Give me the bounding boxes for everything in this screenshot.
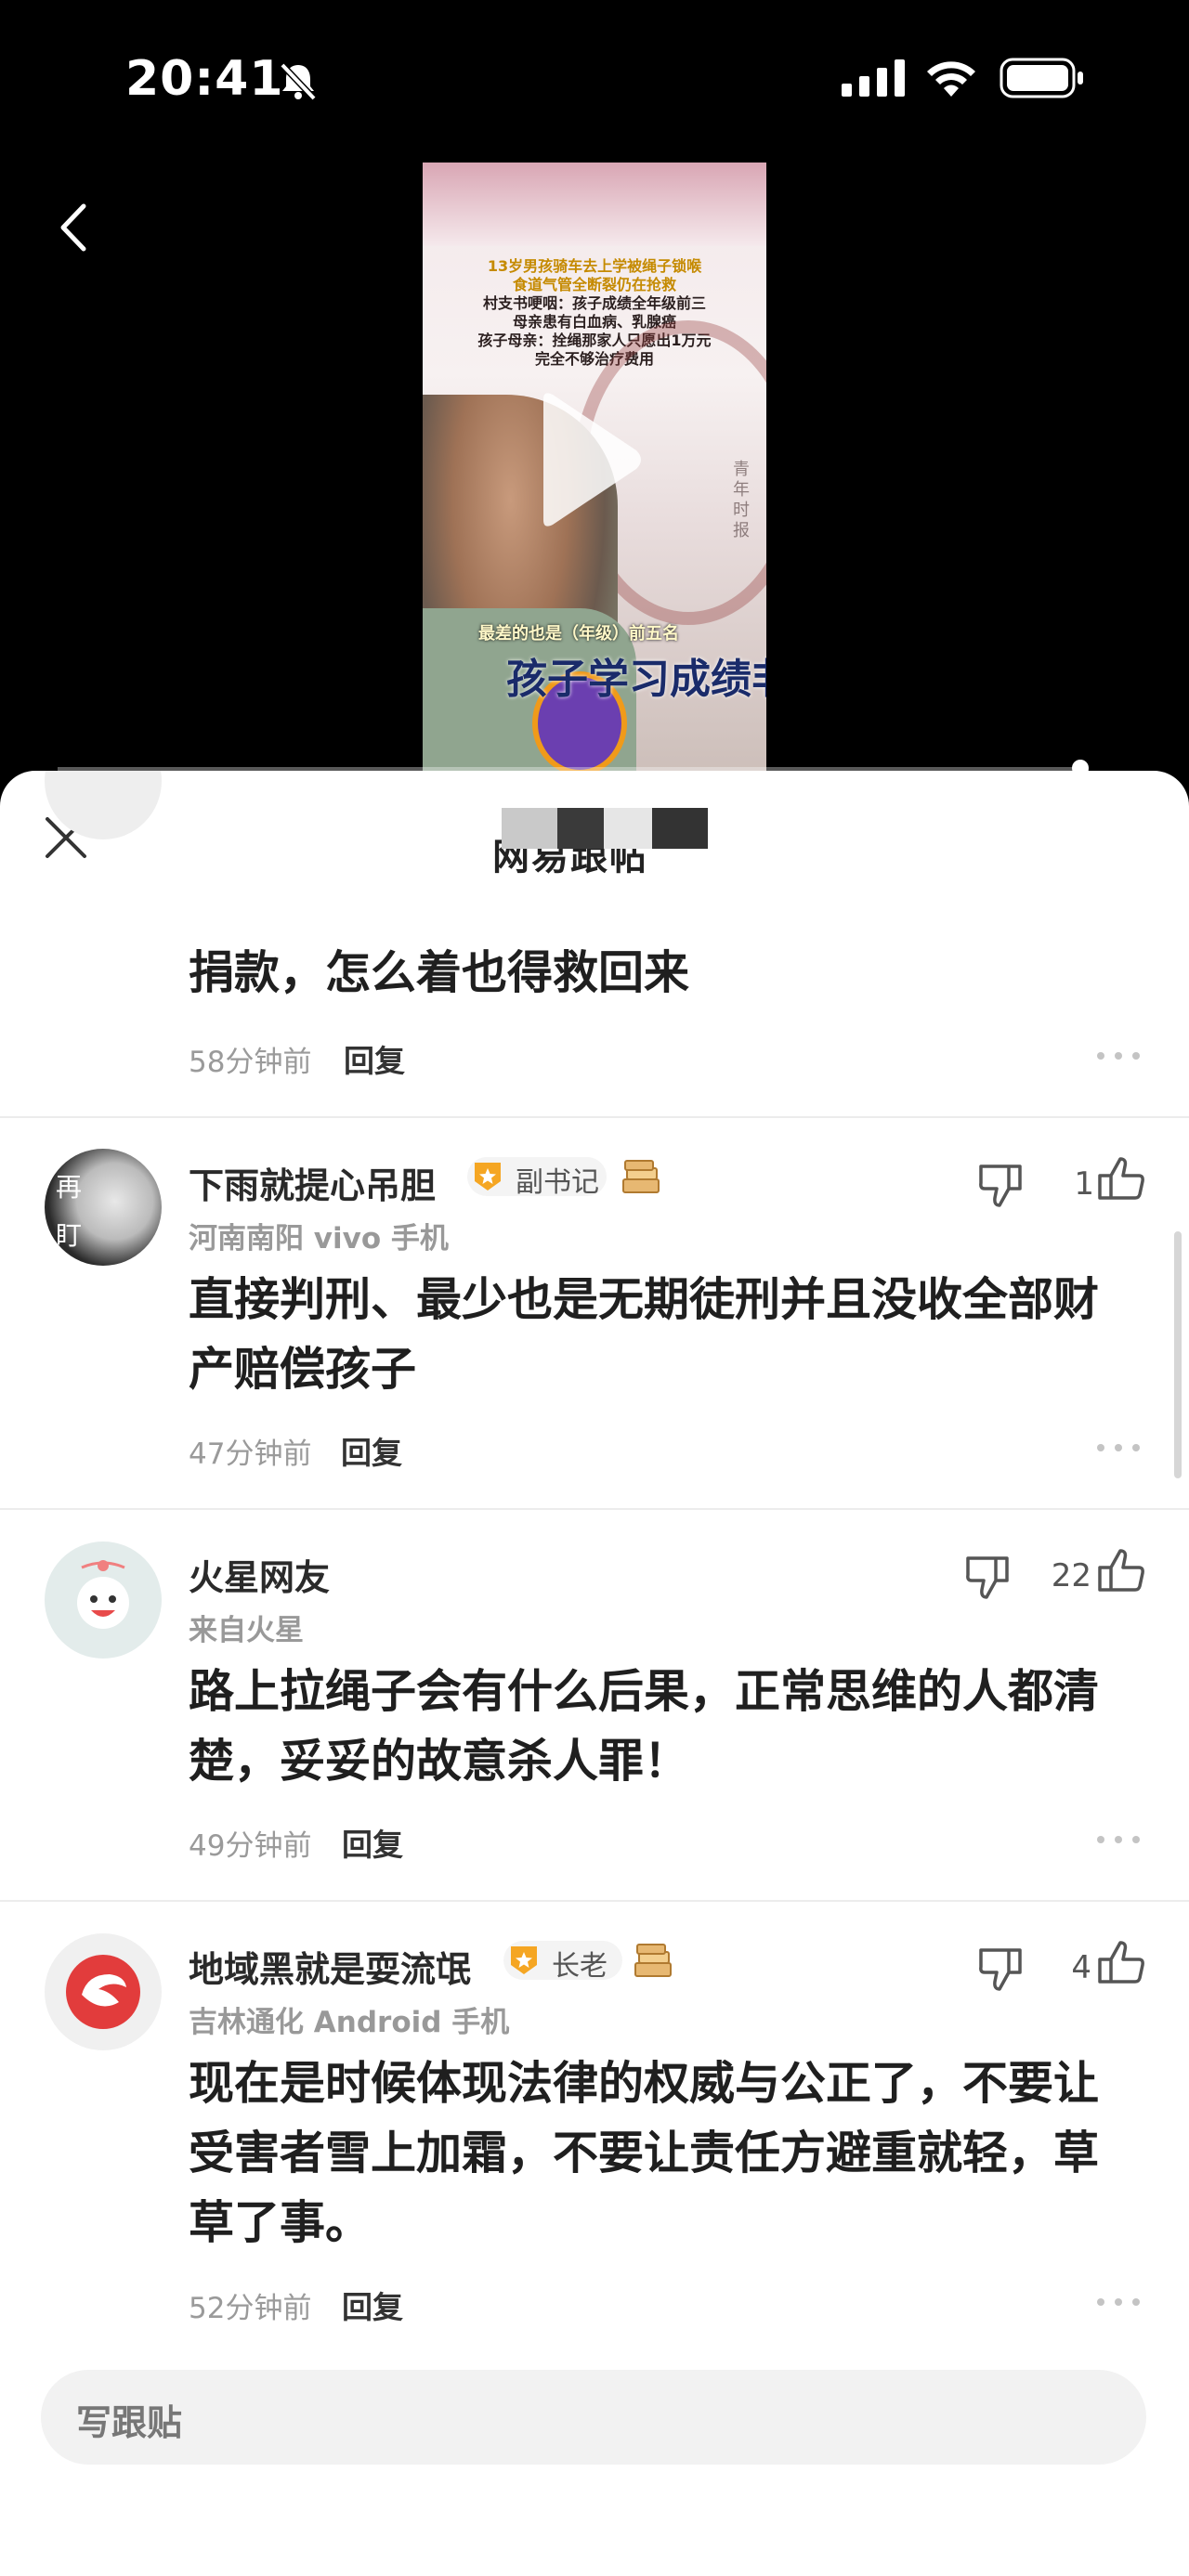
thumb-up-icon[interactable] <box>1096 1155 1146 1202</box>
rank-badge: 长老 <box>503 1941 622 1983</box>
thumb-down-icon[interactable] <box>964 1555 1014 1601</box>
rank-badge-label: 副书记 <box>516 1166 599 1199</box>
username[interactable]: 火星网友 <box>189 1549 330 1600</box>
comment-body: 路上拉绳子会有什么后果，正常思维的人都清楚，妥妥的故意杀人罪！ <box>189 1665 1100 1788</box>
avatar[interactable]: 再 盯 <box>45 1149 162 1266</box>
divider <box>0 1900 1189 1902</box>
comment-body: 捐款，怎么着也得救回来 <box>189 946 690 999</box>
comment-time: 47分钟前 <box>189 1438 312 1471</box>
book-icon <box>622 1160 660 1193</box>
write-comment-input[interactable]: 写跟贴 <box>41 2370 1146 2465</box>
like-count: 4 <box>1071 1949 1091 1986</box>
reply-button[interactable]: 回复 <box>341 1428 402 1473</box>
more-icon[interactable] <box>1096 1443 1141 1452</box>
rank-badge: 副书记 <box>467 1157 607 1199</box>
caption-line: 村支书哽咽：孩子成绩全年级前三 <box>482 294 706 312</box>
video-banner <box>423 163 766 246</box>
scrollbar[interactable] <box>1174 1231 1182 1478</box>
divider <box>0 1508 1189 1510</box>
reply-button[interactable]: 回复 <box>344 1036 405 1081</box>
comment-sheet: 网易跟帖 捐款，怎么着也得救回来 58分钟前 回复 再 盯 下雨就提心吊胆 副书… <box>0 771 1189 2576</box>
more-icon[interactable] <box>1096 1051 1141 1060</box>
thumb-down-icon[interactable] <box>977 1163 1027 1209</box>
thumb-down-icon[interactable] <box>977 1946 1027 1993</box>
like-count: 22 <box>1051 1557 1091 1594</box>
avatar[interactable] <box>45 1542 162 1659</box>
title-redaction <box>557 808 604 849</box>
mars-mascot-icon <box>77 1560 129 1629</box>
user-location: 来自火星 <box>189 1614 304 1647</box>
comment-time: 58分钟前 <box>189 1046 312 1079</box>
reply-button[interactable]: 回复 <box>342 1820 403 1865</box>
video-subtitle-big: 孩子学习成绩非常 <box>506 656 766 703</box>
avatar-text: 再 <box>56 1172 83 1203</box>
reply-button[interactable]: 回复 <box>342 2283 403 2327</box>
comment-body: 现在是时候体现法律的权威与公正了，不要让受害者雪上加霜，不要让责任方避重就轻，草… <box>189 2057 1100 2249</box>
thumb-up-icon[interactable] <box>1096 1547 1146 1594</box>
bell-slash-icon <box>280 62 317 101</box>
play-icon[interactable] <box>534 390 646 529</box>
status-time: 20:41 <box>125 51 284 107</box>
battery-icon <box>1000 58 1083 98</box>
comment-time: 49分钟前 <box>189 1829 312 1863</box>
user-location: 吉林通化 Android 手机 <box>189 2006 510 2039</box>
video-watermark: 青年时报 <box>733 460 750 540</box>
status-bar: 20:41 <box>0 0 1189 158</box>
divider <box>0 1116 1189 1118</box>
wifi-icon <box>927 61 975 97</box>
title-redaction <box>652 808 708 849</box>
caption-line: 食道气管全断裂仍在抢救 <box>512 276 676 293</box>
title-redaction <box>604 808 652 849</box>
avatar-logo-icon <box>66 1955 140 2029</box>
back-icon[interactable] <box>48 195 104 260</box>
title-redaction <box>502 808 557 849</box>
thumb-up-icon[interactable] <box>1096 1939 1146 1985</box>
write-comment-placeholder: 写跟贴 <box>76 2402 183 2443</box>
signal-icon <box>842 59 905 97</box>
comment-body: 直接判刑、最少也是无期徒刑并且没收全部财产赔偿孩子 <box>189 1273 1100 1396</box>
avatar[interactable] <box>45 1933 162 2050</box>
badge-icon <box>475 1163 501 1190</box>
book-icon <box>634 1944 672 1977</box>
username[interactable]: 地域黑就是耍流氓 <box>189 1941 471 1992</box>
rank-badge-label: 长老 <box>552 1950 608 1983</box>
comment-time: 52分钟前 <box>189 2292 312 2325</box>
caption-line: 13岁男孩骑车去上学被绳子锁喉 <box>487 257 702 275</box>
badge-icon <box>511 1946 537 1974</box>
like-count: 1 <box>1074 1165 1094 1203</box>
video-player[interactable]: 13岁男孩骑车去上学被绳子锁喉 食道气管全断裂仍在抢救 村支书哽咽：孩子成绩全年… <box>423 163 766 771</box>
more-icon[interactable] <box>1096 2297 1141 2307</box>
username[interactable]: 下雨就提心吊胆 <box>189 1157 436 1208</box>
avatar-text: 盯 <box>56 1220 83 1251</box>
video-subtitle-small: 最差的也是（年级）前五名 <box>478 624 679 644</box>
more-icon[interactable] <box>1096 1835 1141 1844</box>
user-location: 河南南阳 vivo 手机 <box>189 1222 449 1255</box>
